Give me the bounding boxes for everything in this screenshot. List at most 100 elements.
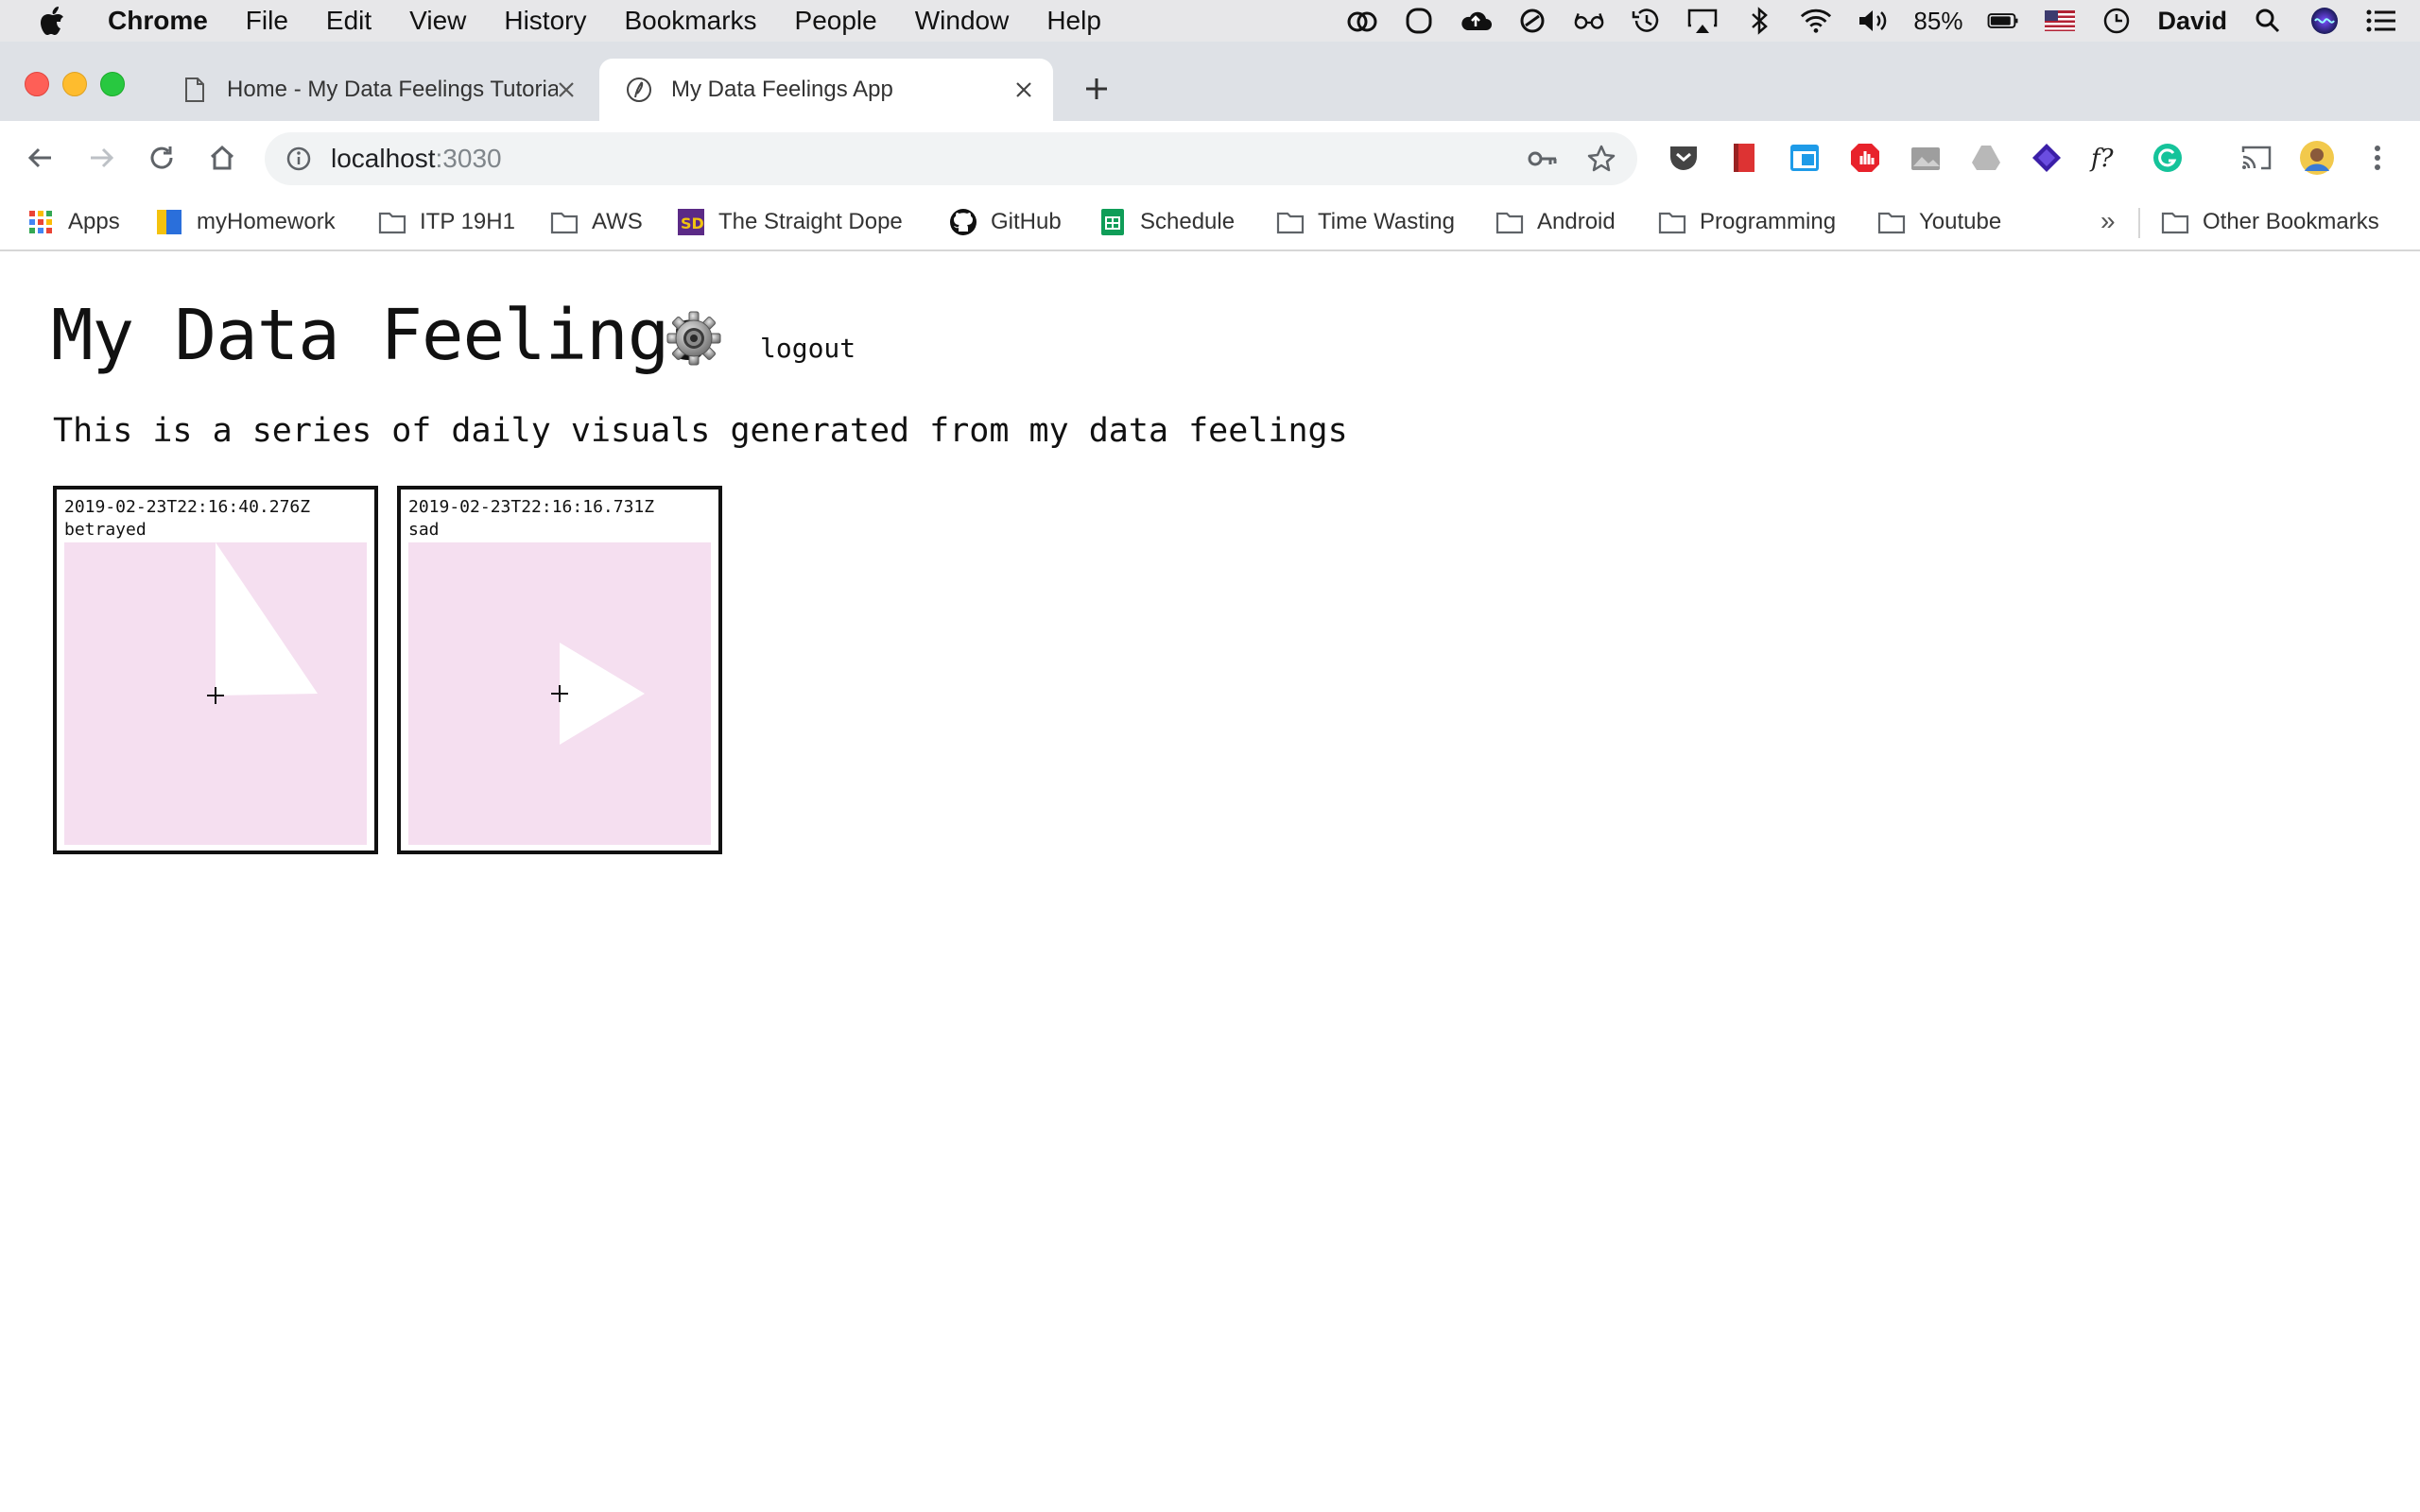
- feeling-timestamp: 2019-02-23T22:16:40.276Z: [64, 497, 311, 517]
- us-flag-icon[interactable]: [2044, 5, 2076, 37]
- circle-app-icon[interactable]: [1403, 5, 1435, 37]
- bookmark-label: GitHub: [991, 209, 1062, 234]
- bookmark-time-wasting[interactable]: Time Wasting: [1276, 204, 1455, 240]
- password-key-icon[interactable]: [1528, 144, 1558, 174]
- bookmark-myhomework[interactable]: myHomework: [155, 204, 336, 240]
- feeling-card[interactable]: 2019-02-23T22:16:16.731Z sad: [397, 486, 722, 854]
- profile-avatar[interactable]: [2299, 140, 2335, 176]
- tab-home-tutorial[interactable]: Home - My Data Feelings Tutorial: [155, 59, 596, 121]
- function-extension-icon[interactable]: f?: [2089, 140, 2125, 176]
- bookmark-schedule[interactable]: Schedule: [1098, 204, 1235, 240]
- bookmark-label: The Straight Dope: [718, 209, 903, 234]
- folder-icon: [1877, 208, 1906, 236]
- bookmark-apps[interactable]: Apps: [26, 204, 120, 240]
- maximize-window-button[interactable]: [100, 72, 125, 96]
- image-extension-icon[interactable]: [1908, 140, 1944, 176]
- bookmark-star-icon[interactable]: [1584, 142, 1618, 176]
- feeling-card[interactable]: 2019-02-23T22:16:40.276Z betrayed: [53, 486, 378, 854]
- straight-dope-icon: SD: [677, 208, 705, 236]
- svg-text:SD: SD: [681, 215, 704, 232]
- close-tab-icon[interactable]: [552, 76, 580, 104]
- close-tab-icon[interactable]: [1010, 76, 1038, 104]
- bookmark-programming[interactable]: Programming: [1658, 204, 1836, 240]
- menu-history[interactable]: History: [504, 6, 586, 36]
- bookmark-label: ITP 19H1: [420, 209, 515, 234]
- window-extension-icon[interactable]: [1787, 140, 1823, 176]
- folder-icon: [2161, 208, 2189, 236]
- close-window-button[interactable]: [25, 72, 49, 96]
- apple-icon[interactable]: [38, 5, 70, 37]
- battery-percent: 85%: [1913, 6, 1963, 35]
- volume-icon[interactable]: [1857, 5, 1889, 37]
- new-tab-button[interactable]: [1078, 70, 1115, 108]
- folder-icon: [1658, 208, 1686, 236]
- menu-user-name[interactable]: David: [2157, 7, 2227, 36]
- red-book-extension-icon[interactable]: [1726, 140, 1762, 176]
- creative-cloud-icon[interactable]: [1346, 5, 1378, 37]
- time-machine-icon[interactable]: [1630, 5, 1662, 37]
- site-info-icon[interactable]: [284, 144, 314, 174]
- forward-button[interactable]: [81, 138, 121, 178]
- bookmark-label: Time Wasting: [1318, 209, 1455, 234]
- bookmark-android[interactable]: Android: [1495, 204, 1616, 240]
- menu-bookmarks[interactable]: Bookmarks: [624, 6, 756, 36]
- menu-people[interactable]: People: [795, 6, 877, 36]
- settings-gear-icon[interactable]: [666, 310, 722, 367]
- address-bar[interactable]: localhost:3030: [265, 132, 1637, 185]
- bluetooth-icon[interactable]: [1743, 5, 1775, 37]
- browser-toolbar: localhost:3030 f?: [0, 121, 2420, 195]
- drive-extension-icon[interactable]: [1968, 140, 2004, 176]
- home-button[interactable]: [202, 138, 242, 178]
- grammarly-extension-icon[interactable]: [2150, 140, 2186, 176]
- chrome-menu-icon[interactable]: [2360, 140, 2395, 176]
- back-button[interactable]: [21, 138, 60, 178]
- minimize-window-button[interactable]: [62, 72, 87, 96]
- bookmark-straight-dope[interactable]: SD The Straight Dope: [677, 204, 903, 240]
- svg-text:f?: f?: [2089, 145, 2115, 173]
- battery-icon[interactable]: [1987, 5, 2019, 37]
- reading-glasses-icon[interactable]: [1573, 5, 1605, 37]
- logout-link[interactable]: logout: [760, 333, 856, 364]
- bookmark-aws[interactable]: AWS: [550, 204, 643, 240]
- cloud-upload-icon[interactable]: [1460, 5, 1493, 37]
- bookmark-itp-19h1[interactable]: ITP 19H1: [378, 204, 515, 240]
- cast-icon[interactable]: [2238, 140, 2274, 176]
- adblock-extension-icon[interactable]: [1847, 140, 1883, 176]
- page-content: My Data Feelings logout This is a series…: [0, 251, 2420, 1512]
- folder-icon: [550, 208, 579, 236]
- bookmarks-overflow-chevron[interactable]: »: [2100, 206, 2116, 236]
- bookmark-youtube[interactable]: Youtube: [1877, 204, 2001, 240]
- bookmark-github[interactable]: GitHub: [949, 204, 1062, 240]
- folder-icon: [1495, 208, 1524, 236]
- url-port: :3030: [435, 144, 502, 173]
- bookmark-other-bookmarks[interactable]: Other Bookmarks: [2161, 204, 2379, 240]
- menu-view[interactable]: View: [409, 6, 466, 36]
- menu-window[interactable]: Window: [915, 6, 1010, 36]
- notification-center-icon[interactable]: [2365, 5, 2397, 37]
- airplay-icon[interactable]: [1686, 5, 1719, 37]
- tab-data-feelings-app[interactable]: My Data Feelings App: [599, 59, 1053, 121]
- folder-icon: [1276, 208, 1305, 236]
- macos-menu-bar: Chrome File Edit View History Bookmarks …: [0, 0, 2420, 42]
- menu-help[interactable]: Help: [1046, 6, 1101, 36]
- folder-icon: [378, 208, 406, 236]
- bookmark-label: Programming: [1700, 209, 1837, 234]
- document-icon: [182, 77, 208, 103]
- page-description: This is a series of daily visuals genera…: [53, 412, 1348, 450]
- wifi-icon[interactable]: [1800, 5, 1832, 37]
- menu-edit[interactable]: Edit: [326, 6, 372, 36]
- bookmarks-bar: Apps myHomework ITP 19H1 AWS SD The Stra…: [0, 195, 2420, 251]
- tab-title: My Data Feelings App: [671, 77, 893, 102]
- menu-bar-status-area: 85% David: [1346, 0, 2397, 42]
- reload-button[interactable]: [142, 138, 182, 178]
- spotlight-search-icon[interactable]: [2252, 5, 2284, 37]
- feather-icon: [626, 77, 652, 103]
- clock-g-icon[interactable]: [2100, 5, 2133, 37]
- siri-icon[interactable]: [2308, 5, 2341, 37]
- layers-extension-icon[interactable]: [2029, 140, 2065, 176]
- menu-app-name[interactable]: Chrome: [108, 6, 208, 36]
- do-not-disturb-icon[interactable]: [1516, 5, 1548, 37]
- menu-file[interactable]: File: [246, 6, 288, 36]
- github-icon: [949, 208, 977, 236]
- pocket-extension-icon[interactable]: [1666, 140, 1702, 176]
